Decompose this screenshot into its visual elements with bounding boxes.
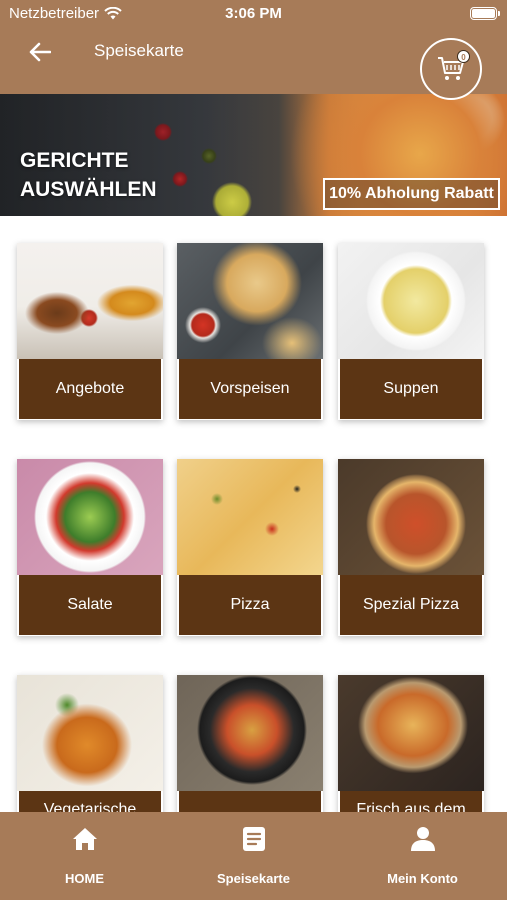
- category-grid-scroll[interactable]: Angebote Vorspeisen Suppen Salate Pizza …: [0, 216, 507, 812]
- status-bar: Netzbetreiber 3:06 PM: [0, 0, 507, 28]
- user-icon: [409, 825, 437, 853]
- tab-label: Mein Konto: [387, 871, 458, 886]
- category-label: Angebote: [19, 359, 161, 419]
- category-image: [17, 459, 163, 575]
- category-card-angebote[interactable]: Angebote: [17, 243, 163, 420]
- tab-speisekarte[interactable]: Speisekarte: [169, 812, 338, 900]
- cart-button[interactable]: 0: [420, 38, 482, 100]
- tab-label: Speisekarte: [217, 871, 290, 886]
- category-image: [338, 243, 484, 359]
- arrow-left-icon: [29, 42, 51, 62]
- category-card-spezial-pizza[interactable]: Spezial Pizza: [338, 459, 484, 636]
- category-image: [177, 459, 323, 575]
- category-label: Pizza: [179, 575, 321, 635]
- back-button[interactable]: [24, 36, 56, 68]
- home-icon: [71, 825, 99, 853]
- category-image: [338, 459, 484, 575]
- category-card-vegetarische[interactable]: Vegetarische: [17, 675, 163, 812]
- category-card-vorspeisen[interactable]: Vorspeisen: [177, 243, 323, 420]
- tab-label: HOME: [65, 871, 104, 886]
- category-card-salate[interactable]: Salate: [17, 459, 163, 636]
- bottom-tab-bar: HOME Speisekarte Mein Konto: [0, 812, 507, 900]
- status-time: 3:06 PM: [225, 5, 282, 22]
- category-image: [177, 243, 323, 359]
- category-label: Salate: [19, 575, 161, 635]
- page-title: Speisekarte: [94, 41, 184, 60]
- cart-count-badge: 0: [457, 50, 470, 63]
- category-image: [17, 243, 163, 359]
- category-card-frisch[interactable]: Frisch aus dem: [338, 675, 484, 812]
- category-label: Vegetarische: [19, 791, 161, 812]
- category-label: Spezial Pizza: [340, 575, 482, 635]
- category-card-suppen[interactable]: Suppen: [338, 243, 484, 420]
- discount-badge: 10% Abholung Rabatt: [323, 178, 500, 210]
- tab-home[interactable]: HOME: [0, 812, 169, 900]
- category-label: Vorspeisen: [179, 359, 321, 419]
- category-label: [179, 791, 321, 812]
- category-image: [338, 675, 484, 791]
- category-card-wok[interactable]: [177, 675, 323, 812]
- category-image: [177, 675, 323, 791]
- category-label: Frisch aus dem: [340, 791, 482, 812]
- tab-mein-konto[interactable]: Mein Konto: [338, 812, 507, 900]
- banner-title: GERICHTE AUSWÄHLEN: [20, 149, 157, 201]
- promo-banner: GERICHTE AUSWÄHLEN 10% Abholung Rabatt: [0, 94, 507, 216]
- category-card-pizza[interactable]: Pizza: [177, 459, 323, 636]
- battery-icon: [470, 7, 500, 20]
- menu-list-icon: [240, 825, 268, 853]
- category-label: Suppen: [340, 359, 482, 419]
- category-image: [17, 675, 163, 791]
